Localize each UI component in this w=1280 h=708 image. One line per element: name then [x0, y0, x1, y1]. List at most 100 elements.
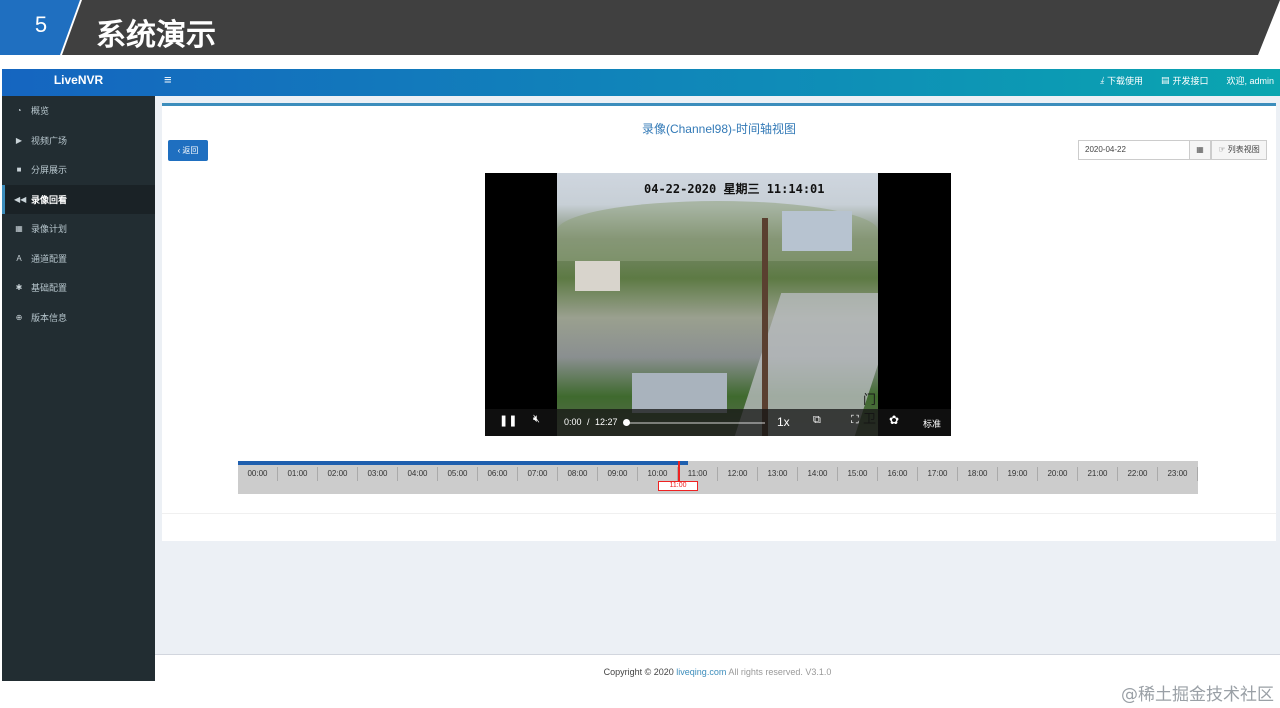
api-docs-link[interactable]: ▤ 开发接口	[1161, 74, 1209, 87]
timeline-hour-label[interactable]: 08:00	[558, 467, 598, 481]
gear-icon: ✱	[15, 283, 23, 293]
sidebar-item-label: 录像计划	[31, 224, 68, 235]
quality-selector[interactable]: 标准	[923, 417, 941, 430]
pause-icon[interactable]: ❚❚	[499, 414, 517, 427]
sidebar-item-basic-config[interactable]: ✱ 基础配置	[2, 273, 155, 303]
back-button-label: 返回	[182, 146, 199, 155]
camera-timestamp: 04-22-2020 星期三 11:14:01	[644, 182, 825, 196]
sidebar-item-split-screen[interactable]: ■ 分屏展示	[2, 155, 155, 185]
snapshot-icon[interactable]: ✿	[889, 413, 899, 427]
sidebar-toggle-icon[interactable]: ≡	[164, 72, 172, 87]
timeline-hour-label[interactable]: 16:00	[878, 467, 918, 481]
picture-in-picture-icon[interactable]: ⧉	[813, 414, 821, 427]
slide-title: 系统演示	[96, 18, 216, 53]
timeline-hour-ticks: 00:00 01:00 02:00 03:00 04:00 05:00 06:00 07:00…	[238, 467, 1198, 481]
download-link[interactable]: ⤓ 下载使用	[1100, 74, 1143, 87]
panel-divider	[162, 513, 1276, 514]
sidebar-item-version[interactable]: ⊕ 版本信息	[2, 303, 155, 333]
rewind-icon: ◀◀	[14, 194, 27, 204]
playback-speed[interactable]: 1x	[777, 415, 790, 429]
timeline-hour-label[interactable]: 07:00	[518, 467, 558, 481]
slide-header: 5 系统演示	[0, 0, 1280, 55]
slide-number: 5	[34, 12, 48, 37]
timeline-hour-label[interactable]: 12:00	[718, 467, 758, 481]
video-scene-house	[575, 261, 620, 291]
top-navbar: LiveNVR ≡ ⤓ 下载使用 ▤ 开发接口 欢迎, admin	[2, 69, 1280, 96]
timeline-hour-label[interactable]: 19:00	[998, 467, 1038, 481]
sidebar-item-label: 版本信息	[31, 312, 68, 323]
calendar-icon: ▦	[15, 224, 23, 234]
timeline-hour-label[interactable]: 05:00	[438, 467, 478, 481]
info-icon: ⊕	[15, 312, 23, 322]
timeline-hour-label[interactable]: 10:00	[638, 467, 678, 481]
download-label: 下载使用	[1106, 76, 1143, 86]
timeline-hour-label[interactable]: 23:00	[1158, 467, 1198, 481]
player-controls: ❚❚ 🔇︎ 0:00 / 12:27 1x ⧉ ⛶ ✿ 标准	[485, 409, 951, 436]
api-docs-label: 开发接口	[1172, 76, 1209, 86]
video-scene-pole	[762, 218, 768, 436]
timeline-hour-label[interactable]: 09:00	[598, 467, 638, 481]
sidebar-item-label: 基础配置	[31, 283, 68, 294]
sidebar-item-video-square[interactable]: ▶ 视频广场	[2, 126, 155, 156]
timeline-hour-label[interactable]: 17:00	[918, 467, 958, 481]
timeline-cursor-label: 11:00	[658, 481, 698, 491]
timeline-cursor[interactable]	[678, 461, 680, 481]
current-time: 0:00	[564, 417, 582, 427]
sidebar-item-record-plan[interactable]: ▦ 录像计划	[2, 214, 155, 244]
user-menu[interactable]: 欢迎, admin	[1226, 74, 1274, 87]
dashboard-icon: ◔	[16, 106, 22, 116]
back-button[interactable]: ‹ 返回	[168, 140, 208, 161]
page-title: 录像(Channel98)-时间轴视图	[641, 122, 797, 136]
recording-timeline[interactable]: 00:00 01:00 02:00 03:00 04:00 05:00 06:00 07:00…	[238, 461, 1198, 494]
timeline-hour-label[interactable]: 21:00	[1078, 467, 1118, 481]
timeline-hour-label[interactable]: 04:00	[398, 467, 438, 481]
timeline-view-panel: 录像(Channel98)-时间轴视图 ‹ 返回 2020-04-22 ▦ ☞ 列…	[162, 103, 1276, 541]
book-icon: ▤	[1160, 75, 1170, 85]
progress-handle[interactable]	[623, 419, 630, 426]
site-watermark: @稀土掘金技术社区	[1121, 685, 1274, 705]
video-player[interactable]: 04-22-2020 星期三 11:14:01 门卫 ❚❚ 🔇︎ 0:00 / …	[485, 173, 951, 436]
sidebar-item-playback[interactable]: ◀◀ 录像回看	[2, 184, 155, 214]
company-link[interactable]: liveqing.com	[676, 667, 726, 677]
slide-title-bar	[62, 0, 1280, 55]
copyright-text: Copyright © 2020	[603, 667, 677, 677]
sidebar-item-label: 录像回看	[31, 194, 68, 205]
chevron-left-icon: ‹	[177, 146, 181, 155]
sidebar: ◔ 概览 ▶ 视频广场 ■ 分屏展示 ◀◀ 录像回看 ▦ 录像计划 A 通道配置 ✱ 基础配置…	[2, 96, 155, 681]
timeline-hour-label[interactable]: 20:00	[1038, 467, 1078, 481]
sidebar-item-label: 分屏展示	[31, 165, 68, 176]
fullscreen-icon[interactable]: ⛶	[851, 414, 859, 427]
timeline-hour-label[interactable]: 22:00	[1118, 467, 1158, 481]
video-scene-truck	[632, 373, 727, 413]
play-icon: ▶	[15, 135, 23, 145]
timeline-hour-label[interactable]: 01:00	[278, 467, 318, 481]
date-input[interactable]: 2020-04-22	[1078, 140, 1190, 160]
timeline-hour-label[interactable]: 15:00	[838, 467, 878, 481]
top-nav-links: ⤓ 下载使用 ▤ 开发接口 欢迎, admin	[1100, 74, 1274, 87]
list-view-label: 列表视图	[1227, 145, 1260, 154]
road-icon: A	[16, 253, 22, 263]
timeline-hour-label[interactable]: 18:00	[958, 467, 998, 481]
hand-pointer-icon: ☞	[1218, 145, 1228, 154]
timeline-hour-label[interactable]: 06:00	[478, 467, 518, 481]
timeline-hour-label[interactable]: 14:00	[798, 467, 838, 481]
sidebar-item-overview[interactable]: ◔ 概览	[2, 96, 155, 126]
timeline-hour-label[interactable]: 00:00	[238, 467, 278, 481]
grid-icon: ■	[16, 165, 22, 175]
progress-bar[interactable]	[625, 422, 765, 424]
timeline-hour-label[interactable]: 11:00	[678, 467, 718, 481]
sidebar-item-channel-config[interactable]: A 通道配置	[2, 244, 155, 274]
rights-text: All rights reserved. V3.1.0	[726, 667, 832, 677]
video-scene-building	[782, 211, 852, 251]
calendar-icon[interactable]: ▦	[1189, 140, 1211, 160]
timeline-hour-label[interactable]: 13:00	[758, 467, 798, 481]
timeline-hour-label[interactable]: 02:00	[318, 467, 358, 481]
sidebar-item-label: 概览	[31, 106, 50, 117]
download-icon: ⤓	[1099, 75, 1104, 85]
app-window: LiveNVR ≡ ⤓ 下载使用 ▤ 开发接口 欢迎, admin ◔ 概览 ▶ 视频广…	[2, 69, 1280, 681]
time-separator: /	[587, 417, 590, 427]
brand-logo[interactable]: LiveNVR	[2, 69, 155, 96]
mute-icon[interactable]: 🔇︎	[533, 413, 540, 426]
timeline-hour-label[interactable]: 03:00	[358, 467, 398, 481]
list-view-button[interactable]: ☞ 列表视图	[1211, 140, 1267, 160]
